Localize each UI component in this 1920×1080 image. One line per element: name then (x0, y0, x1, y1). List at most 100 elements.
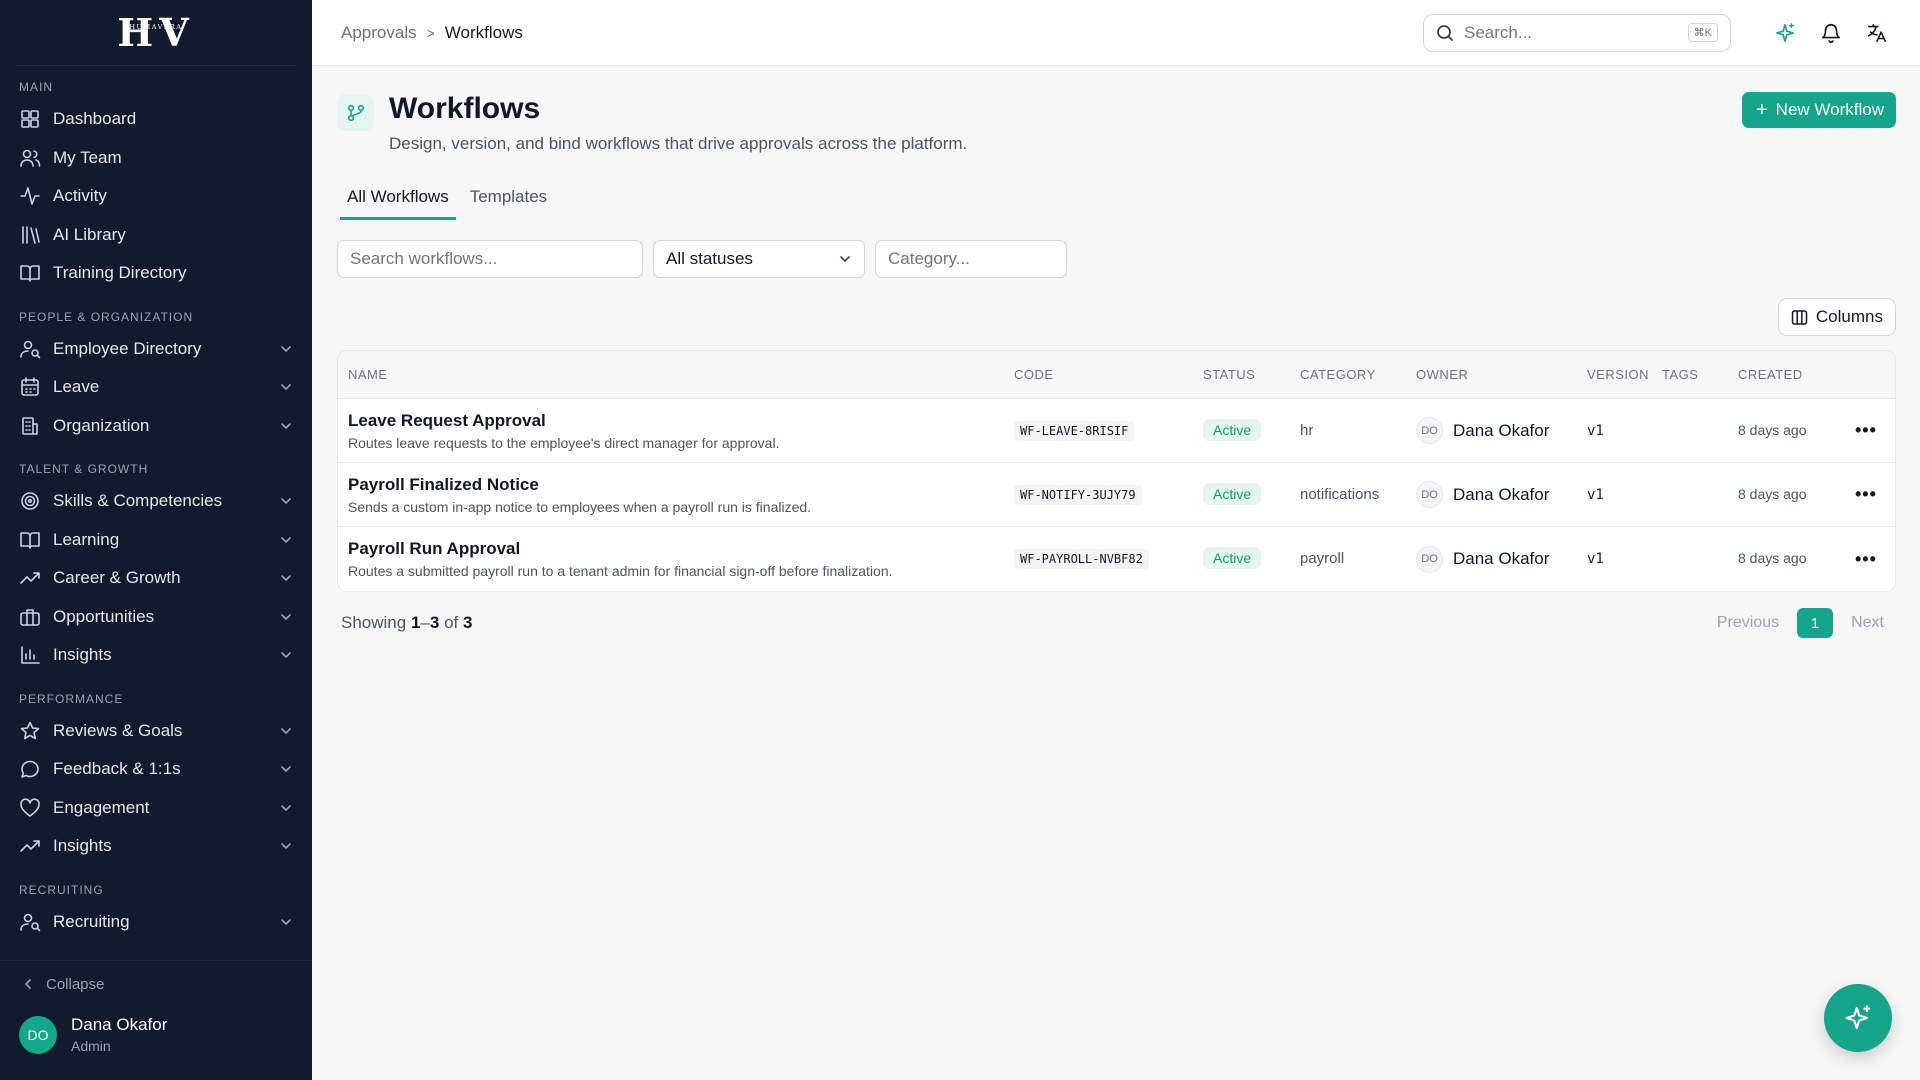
workflow-name-cell: Payroll Finalized Notice Sends a custom … (338, 475, 1014, 515)
workflow-category: hr (1300, 421, 1314, 439)
users-icon (19, 147, 41, 169)
owner-avatar: DO (1416, 417, 1443, 444)
previous-page-button[interactable]: Previous (1705, 614, 1791, 632)
sidebar-item-learning[interactable]: Learning (0, 521, 312, 560)
table-row[interactable]: Payroll Finalized Notice Sends a custom … (338, 463, 1895, 527)
status-filter-value: All statuses (666, 249, 753, 268)
sidebar: HV HUMAVERA MAIN Dashboard My Team Activity… (0, 0, 312, 1080)
sparkles-icon (1845, 1005, 1871, 1030)
tab-templates[interactable]: Templates (463, 187, 554, 220)
workflows-table: NAME CODE STATUS CATEGORY OWNER VERSION … (337, 350, 1896, 592)
language-button[interactable] (1863, 19, 1891, 47)
more-actions-icon[interactable]: ••• (1855, 484, 1877, 504)
code-cell: WF-LEAVE-8RISIF (1014, 420, 1203, 441)
sidebar-item-label: Recruiting (53, 911, 130, 931)
sidebar-item-organization[interactable]: Organization (0, 407, 312, 446)
columns-label: Columns (1815, 307, 1883, 326)
sidebar-item-ai-library[interactable]: AI Library (0, 216, 312, 255)
new-workflow-label: New Workflow (1775, 100, 1884, 119)
owner-cell: DO Dana Okafor (1416, 417, 1587, 444)
workflow-name[interactable]: Payroll Finalized Notice (348, 475, 1014, 495)
col-header-owner[interactable]: OWNER (1416, 367, 1587, 382)
heart-icon (19, 797, 41, 819)
sidebar-item-reviews-goals[interactable]: Reviews & Goals (0, 712, 312, 751)
status-cell: Active (1203, 482, 1300, 505)
sidebar-item-insights[interactable]: Insights (0, 827, 312, 866)
code-cell: WF-PAYROLL-NVBF82 (1014, 549, 1203, 569)
col-header-category[interactable]: CATEGORY (1300, 367, 1416, 382)
workflow-search-input[interactable] (337, 240, 643, 278)
workflow-name[interactable]: Payroll Run Approval (348, 539, 1014, 559)
ai-assistant-fab[interactable] (1824, 984, 1892, 1052)
global-search-input[interactable] (1464, 22, 1688, 43)
collapse-button[interactable]: Collapse (0, 961, 312, 1007)
table-row[interactable]: Payroll Run Approval Routes a submitted … (338, 527, 1895, 591)
more-actions-icon[interactable]: ••• (1855, 549, 1877, 569)
col-header-code[interactable]: CODE (1014, 367, 1203, 382)
sidebar-item-dashboard[interactable]: Dashboard (0, 100, 312, 139)
workflow-name-cell: Payroll Run Approval Routes a submitted … (338, 539, 1014, 579)
logo-mark: HV HUMAVERA (117, 10, 194, 55)
col-header-status[interactable]: STATUS (1203, 367, 1300, 382)
user-name: Dana Okafor (71, 1015, 168, 1034)
sidebar-item-training-directory[interactable]: Training Directory (0, 254, 312, 293)
sidebar-item-engagement[interactable]: Engagement (0, 789, 312, 828)
actions-cell: ••• (1855, 484, 1895, 505)
sidebar-item-leave[interactable]: Leave (0, 368, 312, 407)
breadcrumb-approvals[interactable]: Approvals (341, 23, 417, 43)
trend-icon (19, 835, 41, 857)
new-workflow-button[interactable]: + New Workflow (1741, 92, 1896, 128)
columns-button[interactable]: Columns (1777, 298, 1896, 336)
sidebar-item-career-growth[interactable]: Career & Growth (0, 559, 312, 598)
owner-cell: DO Dana Okafor (1416, 545, 1587, 573)
category-filter-input[interactable] (875, 240, 1067, 278)
sidebar-item-skills-competencies[interactable]: Skills & Competencies (0, 482, 312, 521)
chevron-down-icon (281, 613, 291, 620)
sidebar-item-opportunities[interactable]: Opportunities (0, 598, 312, 637)
showing-count: Showing 1–3 of 3 (341, 613, 1705, 633)
more-actions-icon[interactable]: ••• (1855, 420, 1877, 440)
library-icon (19, 224, 41, 246)
sidebar-item-activity[interactable]: Activity (0, 177, 312, 216)
sidebar-item-label: Employee Directory (53, 338, 202, 358)
global-search[interactable]: ⌘K (1423, 13, 1731, 52)
tab-all-workflows[interactable]: All Workflows (340, 187, 456, 220)
sidebar-nav: MAIN Dashboard My Team Activity AI Library Tr… (0, 80, 312, 941)
brand-logo[interactable]: HV HUMAVERA (16, 0, 296, 66)
next-page-button[interactable]: Next (1839, 614, 1896, 632)
status-cell: Active (1203, 418, 1300, 441)
created-cell: 8 days ago (1738, 486, 1855, 504)
col-header-tags[interactable]: TAGS (1662, 367, 1738, 382)
workflow-description: Routes a submitted payroll run to a tena… (348, 563, 893, 579)
sidebar-item-label: Opportunities (53, 606, 155, 626)
status-badge: Active (1203, 482, 1262, 505)
sidebar-item-employee-directory[interactable]: Employee Directory (0, 330, 312, 369)
sidebar-item-my-team[interactable]: My Team (0, 139, 312, 178)
section-label: RECRUITING (19, 882, 104, 897)
col-header-name[interactable]: NAME (338, 367, 1014, 382)
sidebar-item-label: Engagement (53, 797, 150, 817)
table-row[interactable]: Leave Request Approval Routes leave requ… (338, 399, 1895, 463)
pagination: Previous 1 Next (1705, 608, 1896, 638)
user-profile[interactable]: DO Dana Okafor Admin (0, 1015, 312, 1054)
breadcrumb-separator: > (426, 24, 435, 41)
ai-sparkle-button[interactable] (1771, 19, 1799, 47)
category-cell: notifications (1300, 486, 1416, 504)
category-cell: payroll (1300, 550, 1416, 568)
workflow-description: Sends a custom in-app notice to employee… (348, 498, 812, 515)
sidebar-item-feedback-1-1s[interactable]: Feedback & 1:1s (0, 750, 312, 789)
sidebar-item-recruiting[interactable]: Recruiting (0, 903, 312, 942)
page-1-button[interactable]: 1 (1797, 608, 1834, 638)
chevron-down-icon (281, 345, 291, 352)
status-filter-select[interactable]: All statuses (653, 240, 865, 278)
bell-icon (1821, 23, 1841, 43)
translate-icon (1867, 23, 1887, 42)
notifications-button[interactable] (1817, 19, 1845, 47)
workflow-name[interactable]: Leave Request Approval (348, 411, 1014, 431)
col-header-version[interactable]: VERSION (1587, 367, 1662, 382)
range-end: 3 (429, 613, 440, 632)
col-header-created[interactable]: CREATED (1738, 367, 1855, 382)
sidebar-item-insights[interactable]: Insights (0, 636, 312, 675)
target-icon (19, 490, 41, 512)
actions-cell: ••• (1855, 420, 1895, 441)
